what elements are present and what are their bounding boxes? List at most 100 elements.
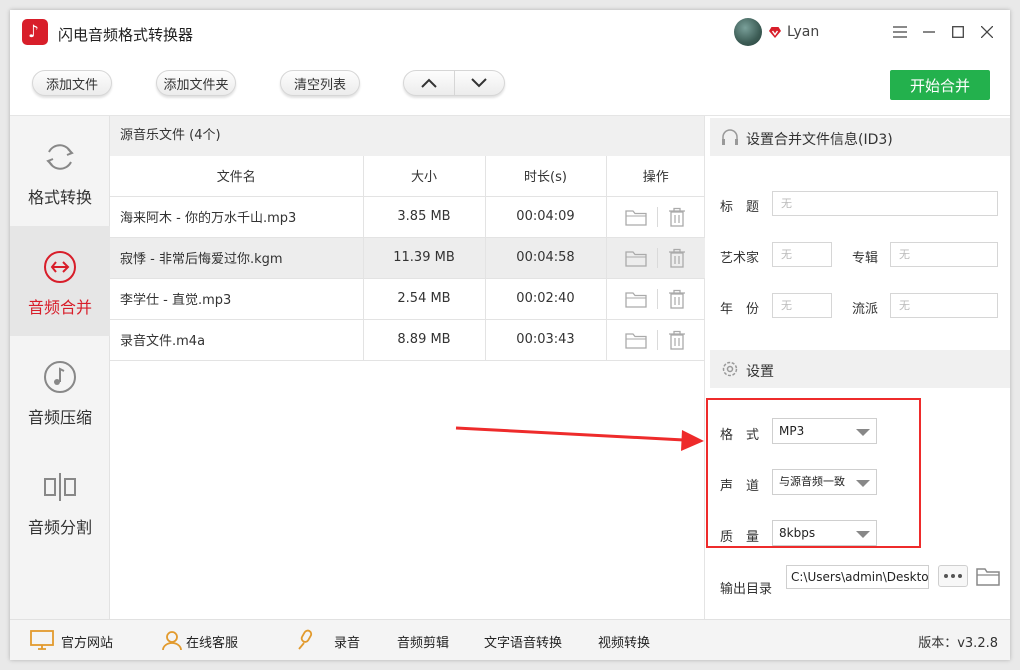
close-icon[interactable]	[975, 20, 999, 44]
monitor-icon	[30, 630, 54, 650]
column-header-name[interactable]: 文件名	[110, 156, 364, 197]
file-name-cell: 录音文件.m4a	[110, 319, 364, 361]
trash-icon[interactable]	[668, 248, 686, 268]
music-note-icon	[44, 361, 76, 393]
record-link[interactable]: 录音	[334, 632, 360, 651]
table-row[interactable]: 李学仕 - 直觉.mp3 2.54 MB 00:02:40	[110, 278, 705, 320]
minimize-icon[interactable]	[917, 20, 941, 44]
start-merge-button[interactable]: 开始合并	[890, 70, 990, 100]
folder-icon[interactable]	[625, 331, 647, 349]
file-name-cell: 寂悸 - 非常后悔爱过你.kgm	[110, 237, 364, 279]
user-support-icon	[162, 631, 182, 651]
folder-icon[interactable]	[625, 208, 647, 226]
sidebar-item-audio-compress[interactable]: 音频压缩	[10, 336, 110, 446]
file-actions-cell	[606, 237, 705, 279]
app-logo-icon: ♪	[22, 19, 48, 45]
album-field[interactable]: 无	[890, 242, 998, 267]
settings-section-title: 设置	[746, 364, 774, 380]
footer-bar: 官方网站 在线客服 录音 音频剪辑 文字语音转换 视频转换 版本：v3.2.8	[10, 619, 1010, 660]
open-folder-icon[interactable]	[976, 565, 1000, 587]
online-support-link[interactable]: 在线客服	[186, 632, 238, 651]
video-convert-link[interactable]: 视频转换	[598, 632, 650, 651]
file-duration-cell: 00:03:43	[485, 319, 607, 361]
sidebar-item-label: 格式转换	[27, 188, 92, 207]
file-duration-cell: 00:04:58	[485, 237, 607, 279]
column-header-actions: 操作	[606, 156, 705, 197]
merge-icon	[44, 251, 76, 283]
file-name-cell: 李学仕 - 直觉.mp3	[110, 278, 364, 320]
highlight-frame	[706, 398, 921, 548]
app-window: ♪ 闪电音频格式转换器 Lyan 添加文件 添加文件夹 清空列表 开始合并 格式…	[10, 10, 1010, 660]
menu-icon[interactable]	[888, 20, 912, 44]
maximize-icon[interactable]	[946, 20, 970, 44]
year-field[interactable]: 无	[772, 293, 832, 318]
id3-section-header: 设置合并文件信息(ID3)	[710, 118, 1010, 156]
id3-section-title: 设置合并文件信息(ID3)	[746, 132, 893, 148]
folder-icon[interactable]	[625, 249, 647, 267]
sidebar-item-format-convert[interactable]: 格式转换	[10, 116, 110, 226]
sidebar: 格式转换 音频合并 音频压缩 音频分割	[10, 116, 110, 619]
add-file-button[interactable]: 添加文件	[32, 70, 112, 96]
browse-button[interactable]	[938, 565, 968, 587]
file-size-cell: 11.39 MB	[363, 237, 486, 279]
trash-icon[interactable]	[668, 330, 686, 350]
file-name-cell: 海来阿木 - 你的万水千山.mp3	[110, 196, 364, 238]
file-list-header: 源音乐文件 (4个)	[110, 116, 704, 156]
output-dir-field[interactable]: C:\Users\admin\Desktop	[786, 565, 929, 589]
gear-icon	[722, 361, 738, 377]
genre-label: 流派	[852, 302, 879, 317]
microphone-icon	[298, 629, 313, 650]
avatar[interactable]	[734, 18, 762, 46]
move-down-button[interactable]	[455, 71, 505, 95]
headphones-icon	[722, 129, 738, 145]
album-label: 专辑	[852, 251, 879, 266]
move-up-button[interactable]	[404, 71, 454, 95]
folder-icon[interactable]	[625, 290, 647, 308]
column-header-duration[interactable]: 时长(s)	[485, 156, 607, 197]
sidebar-item-label: 音频分割	[27, 518, 92, 537]
title-label: 标 题	[720, 200, 760, 215]
title-bar: ♪ 闪电音频格式转换器 Lyan	[10, 10, 1010, 56]
sidebar-item-label: 音频压缩	[27, 408, 92, 427]
output-dir-label: 输出目录	[720, 582, 773, 597]
add-folder-button[interactable]: 添加文件夹	[156, 70, 236, 96]
chevron-up-icon	[421, 78, 437, 88]
artist-field[interactable]: 无	[772, 242, 832, 267]
sidebar-item-audio-split[interactable]: 音频分割	[10, 446, 110, 556]
move-buttons	[403, 70, 505, 96]
file-list-panel: 源音乐文件 (4个) 文件名 大小 时长(s) 操作 海来阿木 - 你的万水千山…	[110, 116, 705, 619]
title-field[interactable]: 无	[772, 191, 998, 216]
tts-link[interactable]: 文字语音转换	[484, 632, 562, 651]
settings-section-header: 设置	[710, 350, 1010, 388]
file-actions-cell	[606, 319, 705, 361]
official-site-link[interactable]: 官方网站	[61, 632, 113, 651]
audio-cut-link[interactable]: 音频剪辑	[397, 632, 449, 651]
table-row[interactable]: 寂悸 - 非常后悔爱过你.kgm 11.39 MB 00:04:58	[110, 237, 705, 279]
file-size-cell: 3.85 MB	[363, 196, 486, 238]
file-actions-cell	[606, 196, 705, 238]
file-actions-cell	[606, 278, 705, 320]
clear-list-button[interactable]: 清空列表	[280, 70, 360, 96]
file-table: 文件名 大小 时长(s) 操作 海来阿木 - 你的万水千山.mp3 3.85 MB…	[110, 156, 705, 361]
genre-field[interactable]: 无	[890, 293, 998, 318]
split-icon	[44, 473, 76, 501]
trash-icon[interactable]	[668, 289, 686, 309]
file-size-cell: 8.89 MB	[363, 319, 486, 361]
trash-icon[interactable]	[668, 207, 686, 227]
refresh-icon	[46, 144, 74, 170]
vip-badge-icon	[769, 27, 781, 38]
table-row[interactable]: 录音文件.m4a 8.89 MB 00:03:43	[110, 319, 705, 361]
sidebar-item-label: 音频合并	[27, 298, 92, 317]
year-label: 年 份	[720, 302, 760, 317]
chevron-down-icon	[471, 78, 487, 88]
column-header-size[interactable]: 大小	[363, 156, 486, 197]
file-duration-cell: 00:04:09	[485, 196, 607, 238]
toolbar: 添加文件 添加文件夹 清空列表 开始合并	[10, 56, 1010, 116]
username[interactable]: Lyan	[787, 24, 819, 40]
version-label: 版本：v3.2.8	[918, 636, 998, 651]
file-duration-cell: 00:02:40	[485, 278, 607, 320]
artist-label: 艺术家	[720, 251, 760, 266]
sidebar-item-audio-merge[interactable]: 音频合并	[10, 226, 110, 336]
app-title: 闪电音频格式转换器	[58, 26, 194, 44]
table-row[interactable]: 海来阿木 - 你的万水千山.mp3 3.85 MB 00:04:09	[110, 196, 705, 238]
